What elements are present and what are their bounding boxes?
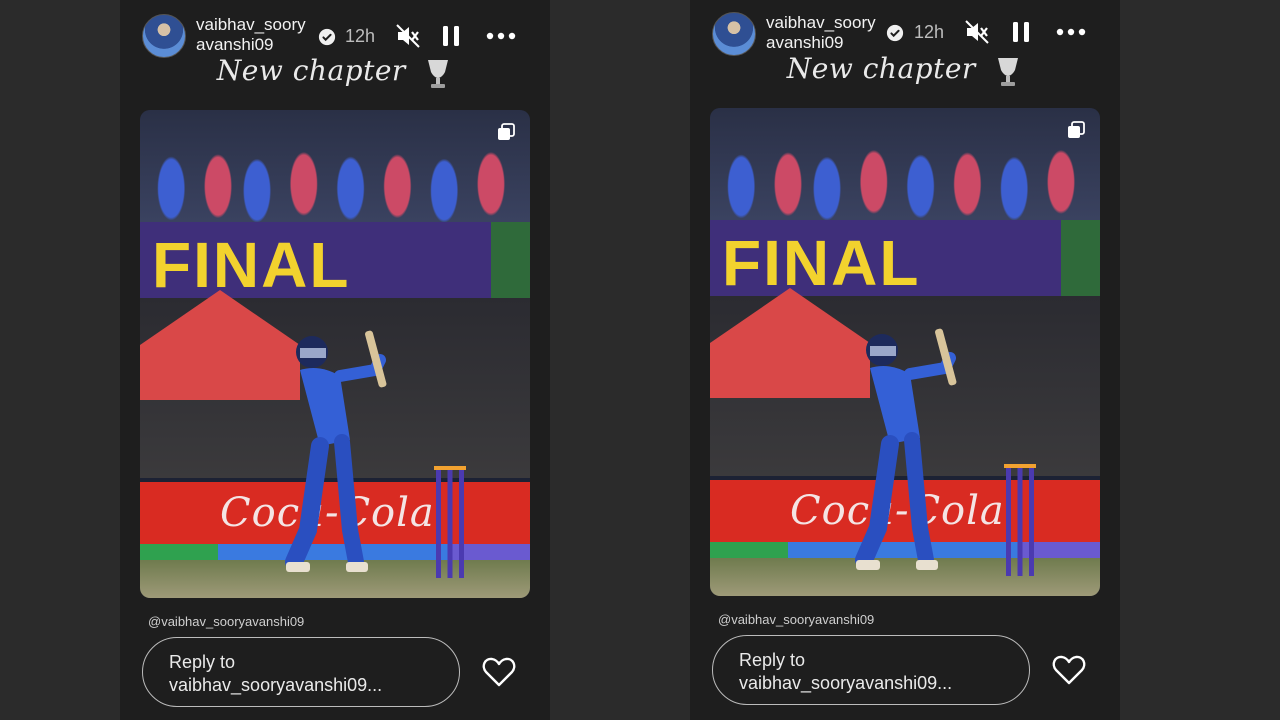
story-photo[interactable]: FINAL Coca-Cola [710, 108, 1100, 596]
mention-text[interactable]: @vaibhav_sooryavanshi09 [718, 612, 874, 627]
heart-icon[interactable] [482, 656, 516, 688]
multiple-images-icon [1068, 121, 1085, 138]
story-viewer-left: vaibhav_sooryavanshi09 12h New chapter F… [120, 0, 550, 720]
story-caption: New chapter [120, 54, 550, 90]
batter-figure [855, 328, 957, 570]
story-viewer-right: vaibhav_sooryavanshi09 12h New chapter F… [690, 0, 1120, 720]
trophy-icon [428, 59, 449, 88]
red-tent [710, 288, 870, 343]
more-horizontal-icon[interactable] [486, 23, 516, 49]
multiple-images-icon [498, 123, 515, 140]
speaker-muted-icon[interactable] [964, 19, 990, 45]
mention-text[interactable]: @vaibhav_sooryavanshi09 [148, 614, 304, 629]
story-caption: New chapter [690, 52, 1120, 88]
heart-icon[interactable] [1052, 654, 1086, 686]
verified-badge-icon [886, 24, 904, 42]
avatar[interactable] [142, 14, 186, 58]
stumps [434, 466, 466, 578]
username[interactable]: vaibhav_sooryavanshi09 [766, 13, 884, 53]
red-tent [140, 290, 300, 345]
post-time: 12h [345, 26, 376, 46]
more-horizontal-icon[interactable] [1056, 19, 1086, 45]
trophy-icon [998, 57, 1019, 86]
post-time: 12h [914, 22, 945, 42]
red-tent-base [140, 345, 300, 400]
caption-text: New chapter [786, 52, 976, 85]
pause-icon[interactable] [438, 23, 464, 49]
reply-input[interactable]: Reply to vaibhav_sooryavanshi09... [712, 635, 1030, 705]
red-tent-base [710, 343, 870, 398]
reply-input[interactable]: Reply to vaibhav_sooryavanshi09... [142, 637, 460, 707]
stumps [1004, 464, 1036, 576]
story-photo[interactable]: FINAL Coca-Cola [140, 110, 530, 598]
pause-icon[interactable] [1008, 19, 1034, 45]
speaker-muted-icon[interactable] [395, 23, 421, 49]
avatar[interactable] [712, 12, 756, 56]
verified-badge-icon [318, 28, 336, 46]
crowd-background [710, 108, 1100, 220]
username[interactable]: vaibhav_sooryavanshi09 [196, 15, 314, 55]
banner-edge [1061, 220, 1100, 296]
banner-edge [491, 222, 530, 298]
crowd-background [140, 110, 530, 222]
batter-figure [285, 330, 387, 572]
caption-text: New chapter [216, 54, 406, 87]
